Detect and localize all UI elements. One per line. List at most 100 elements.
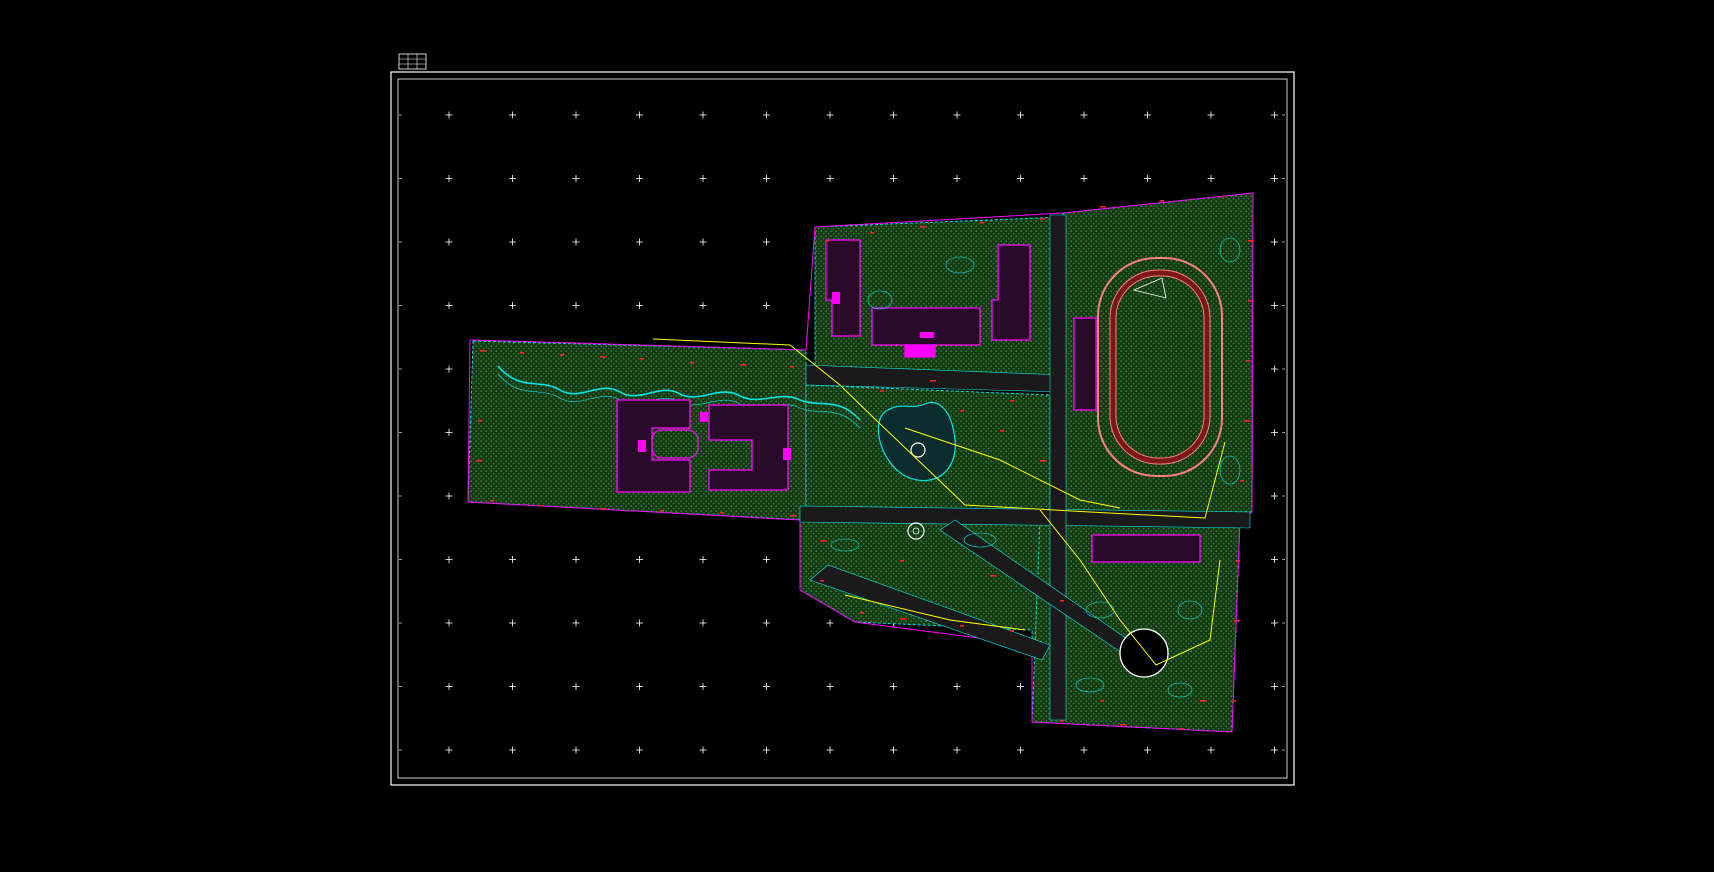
annotation-marker bbox=[1244, 420, 1250, 422]
annotation-marker bbox=[920, 226, 926, 228]
annotation-marker bbox=[790, 366, 794, 368]
crosshair-icon bbox=[445, 302, 453, 309]
building-north-main bbox=[871, 307, 981, 346]
crosshair-icon bbox=[1271, 556, 1278, 563]
crosshair-icon bbox=[826, 175, 834, 182]
crosshair-icon bbox=[1144, 111, 1151, 119]
crosshair-icon bbox=[445, 238, 453, 246]
crosshair-icon bbox=[445, 492, 453, 500]
crosshair-icon bbox=[445, 429, 453, 436]
annotation-marker bbox=[480, 350, 486, 352]
crosshair-icon bbox=[953, 111, 961, 119]
crosshair-icon bbox=[445, 365, 453, 373]
annotation-marker bbox=[560, 354, 564, 356]
crosshair-icon bbox=[445, 175, 453, 182]
crosshair-icon bbox=[636, 556, 643, 563]
crosshair-icon bbox=[1017, 683, 1024, 690]
annotation-marker bbox=[1000, 430, 1004, 432]
crosshair-icon bbox=[1017, 746, 1024, 754]
crosshair-icon bbox=[636, 683, 643, 690]
crosshair-icon bbox=[1080, 111, 1088, 119]
crosshair-icon bbox=[953, 746, 961, 754]
building-north-right bbox=[991, 244, 1031, 341]
crosshair-icon bbox=[763, 238, 770, 246]
annotation-marker bbox=[1180, 728, 1184, 730]
crosshair-icon bbox=[699, 746, 707, 754]
annotation-marker bbox=[540, 505, 544, 507]
crosshair-icon bbox=[1271, 492, 1278, 500]
annotation-marker bbox=[1100, 206, 1106, 208]
annotation-marker bbox=[600, 356, 606, 358]
crosshair-icon bbox=[826, 746, 834, 754]
annotation-marker bbox=[1220, 196, 1224, 198]
crosshair-icon bbox=[826, 111, 834, 119]
annotation-marker bbox=[1248, 300, 1252, 302]
crosshair-icon bbox=[1271, 111, 1278, 119]
annotation-marker bbox=[478, 420, 482, 422]
annotation-marker bbox=[990, 575, 996, 577]
crosshair-icon bbox=[445, 746, 453, 754]
crosshair-icon bbox=[509, 683, 516, 690]
crosshair-icon bbox=[953, 683, 961, 690]
annotation-marker bbox=[740, 364, 746, 366]
annotation-marker bbox=[790, 515, 796, 517]
annotation-marker bbox=[1040, 218, 1044, 220]
site-plan bbox=[467, 192, 1254, 733]
crosshair-icon bbox=[699, 683, 707, 690]
crosshair-icon bbox=[953, 175, 961, 182]
crosshair-icon bbox=[1144, 746, 1151, 754]
annotation-marker bbox=[640, 358, 644, 360]
crosshair-icon bbox=[1080, 175, 1088, 182]
annotation-marker bbox=[820, 580, 824, 582]
crosshair-icon bbox=[572, 111, 580, 119]
crosshair-icon bbox=[1207, 111, 1215, 119]
crosshair-icon bbox=[1271, 238, 1278, 246]
annotation-marker bbox=[490, 500, 494, 502]
crosshair-icon bbox=[636, 746, 643, 754]
annotation-marker bbox=[980, 222, 984, 224]
crosshair-icon bbox=[1144, 175, 1151, 182]
annotation-marker bbox=[870, 232, 874, 234]
annotation-marker bbox=[1200, 700, 1206, 702]
crosshair-icon bbox=[699, 238, 707, 246]
crosshair-icon bbox=[1080, 746, 1088, 754]
crosshair-icon bbox=[445, 683, 453, 690]
crosshair-icon bbox=[763, 302, 770, 309]
crosshair-icon bbox=[1271, 175, 1278, 182]
annotation-marker bbox=[520, 352, 524, 354]
crosshair-icon bbox=[763, 746, 770, 754]
annotation-marker bbox=[860, 612, 864, 614]
annotation-marker bbox=[1248, 240, 1254, 242]
crosshair-icon bbox=[572, 238, 580, 246]
annotation-marker bbox=[1232, 700, 1236, 702]
annotation-marker bbox=[1040, 460, 1046, 462]
annotation-marker bbox=[1246, 360, 1250, 362]
crosshair-icon bbox=[572, 683, 580, 690]
crosshair-icon bbox=[1271, 429, 1278, 436]
building-east-strip bbox=[1073, 317, 1097, 411]
annotation-marker bbox=[960, 625, 964, 627]
road-ns bbox=[1049, 214, 1067, 721]
crosshair-icon bbox=[636, 619, 643, 627]
crosshair-icon bbox=[1271, 746, 1278, 754]
crosshair-icon bbox=[445, 619, 453, 627]
crosshair-icon bbox=[509, 111, 516, 119]
annotation-marker bbox=[1100, 700, 1104, 702]
crosshair-icon bbox=[572, 746, 580, 754]
crosshair-icon bbox=[699, 111, 707, 119]
annotation-marker bbox=[660, 510, 664, 512]
annotation-marker bbox=[690, 362, 694, 364]
crosshair-icon bbox=[699, 619, 707, 627]
crosshair-icon bbox=[572, 302, 580, 309]
crosshair-icon bbox=[763, 683, 770, 690]
crosshair-icon bbox=[445, 111, 453, 119]
cad-drawing-canvas bbox=[390, 53, 1295, 786]
crosshair-icon bbox=[1271, 365, 1278, 373]
crosshair-icon bbox=[509, 238, 516, 246]
crosshair-icon bbox=[572, 556, 580, 563]
crosshair-icon bbox=[509, 556, 516, 563]
annotation-marker bbox=[820, 540, 826, 542]
crosshair-icon bbox=[699, 175, 707, 182]
crosshair-icon bbox=[636, 175, 643, 182]
annotation-marker bbox=[1010, 400, 1014, 402]
